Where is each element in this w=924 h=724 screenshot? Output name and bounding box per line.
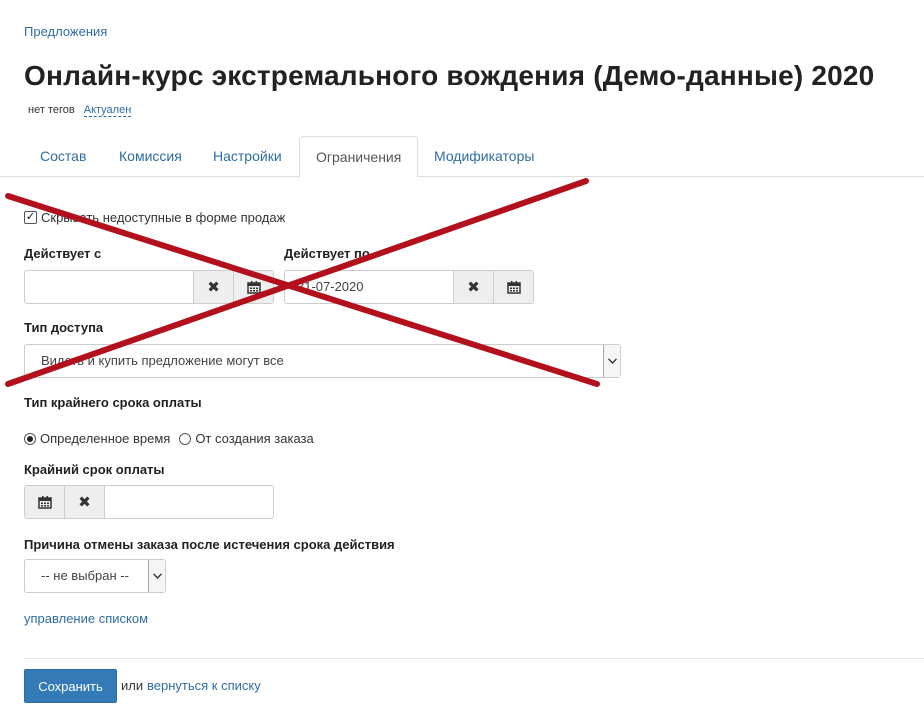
deadline-type-option-from-order[interactable]: От создания заказа: [179, 431, 314, 446]
payment-deadline-group: ✖: [24, 485, 274, 519]
page-title: Онлайн-курс экстремального вождения (Дем…: [24, 60, 875, 91]
tab-restrictions[interactable]: Ограничения: [299, 136, 419, 178]
valid-to-input[interactable]: 31-07-2020: [285, 271, 453, 303]
calendar-icon[interactable]: [25, 486, 65, 518]
chevron-down-icon: [148, 560, 165, 592]
footer-divider: [24, 658, 924, 659]
payment-deadline-label: Крайний срок оплаты: [24, 462, 165, 477]
valid-to-label: Действует по: [284, 246, 370, 261]
tabs-bar: Состав Комиссия Настройки Ограничения Мо…: [0, 136, 924, 178]
valid-to-group: 31-07-2020 ✖: [284, 270, 534, 304]
tab-settings[interactable]: Настройки: [197, 136, 298, 177]
hide-unavailable-option[interactable]: ✓ Скрывать недоступные в форме продаж: [24, 210, 285, 225]
save-button[interactable]: Сохранить: [24, 669, 117, 703]
valid-from-label: Действует с: [24, 246, 102, 261]
tab-modifiers[interactable]: Модификаторы: [418, 136, 550, 177]
hide-unavailable-label: Скрывать недоступные в форме продаж: [41, 210, 286, 225]
times-icon[interactable]: ✖: [453, 271, 493, 303]
radio-from-order-label: От создания заказа: [195, 431, 314, 446]
times-icon[interactable]: ✖: [65, 486, 105, 518]
manage-list-link[interactable]: управление списком: [24, 611, 148, 626]
access-type-select[interactable]: Видеть и купить предложение могут все: [24, 344, 621, 378]
deadline-type-label: Тип крайнего срока оплаты: [24, 395, 202, 410]
tab-commission[interactable]: Комиссия: [103, 136, 198, 177]
valid-from-input[interactable]: [25, 271, 193, 303]
times-icon[interactable]: ✖: [193, 271, 233, 303]
or-text: или: [121, 678, 144, 693]
hide-unavailable-checkbox[interactable]: ✓: [24, 211, 37, 224]
deadline-type-option-fixed[interactable]: Определенное время: [24, 431, 170, 446]
radio-fixed[interactable]: [24, 432, 36, 445]
back-to-list-link[interactable]: вернуться к списку: [147, 678, 261, 693]
cancel-reason-label: Причина отмены заказа после истечения ср…: [24, 537, 395, 552]
page-meta: нет тегов Актуален: [28, 104, 132, 117]
valid-from-group: ✖: [24, 270, 274, 304]
calendar-icon[interactable]: [493, 271, 533, 303]
access-type-label: Тип доступа: [24, 320, 104, 335]
status-link[interactable]: Актуален: [83, 104, 132, 117]
access-type-value: Видеть и купить предложение могут все: [41, 353, 284, 368]
cancel-reason-value: -- не выбран --: [41, 568, 129, 583]
tags-text: нет тегов: [28, 104, 75, 116]
payment-deadline-input[interactable]: [105, 486, 273, 518]
tab-composition[interactable]: Состав: [24, 136, 102, 177]
chevron-down-icon: [603, 345, 620, 377]
breadcrumb-link[interactable]: Предложения: [24, 24, 107, 39]
radio-fixed-label: Определенное время: [40, 431, 171, 446]
radio-from-order[interactable]: [179, 432, 192, 445]
calendar-icon[interactable]: [233, 271, 273, 303]
cancel-reason-select[interactable]: -- не выбран --: [24, 559, 166, 593]
deadline-type-options: Определенное время От создания заказа: [24, 431, 323, 446]
